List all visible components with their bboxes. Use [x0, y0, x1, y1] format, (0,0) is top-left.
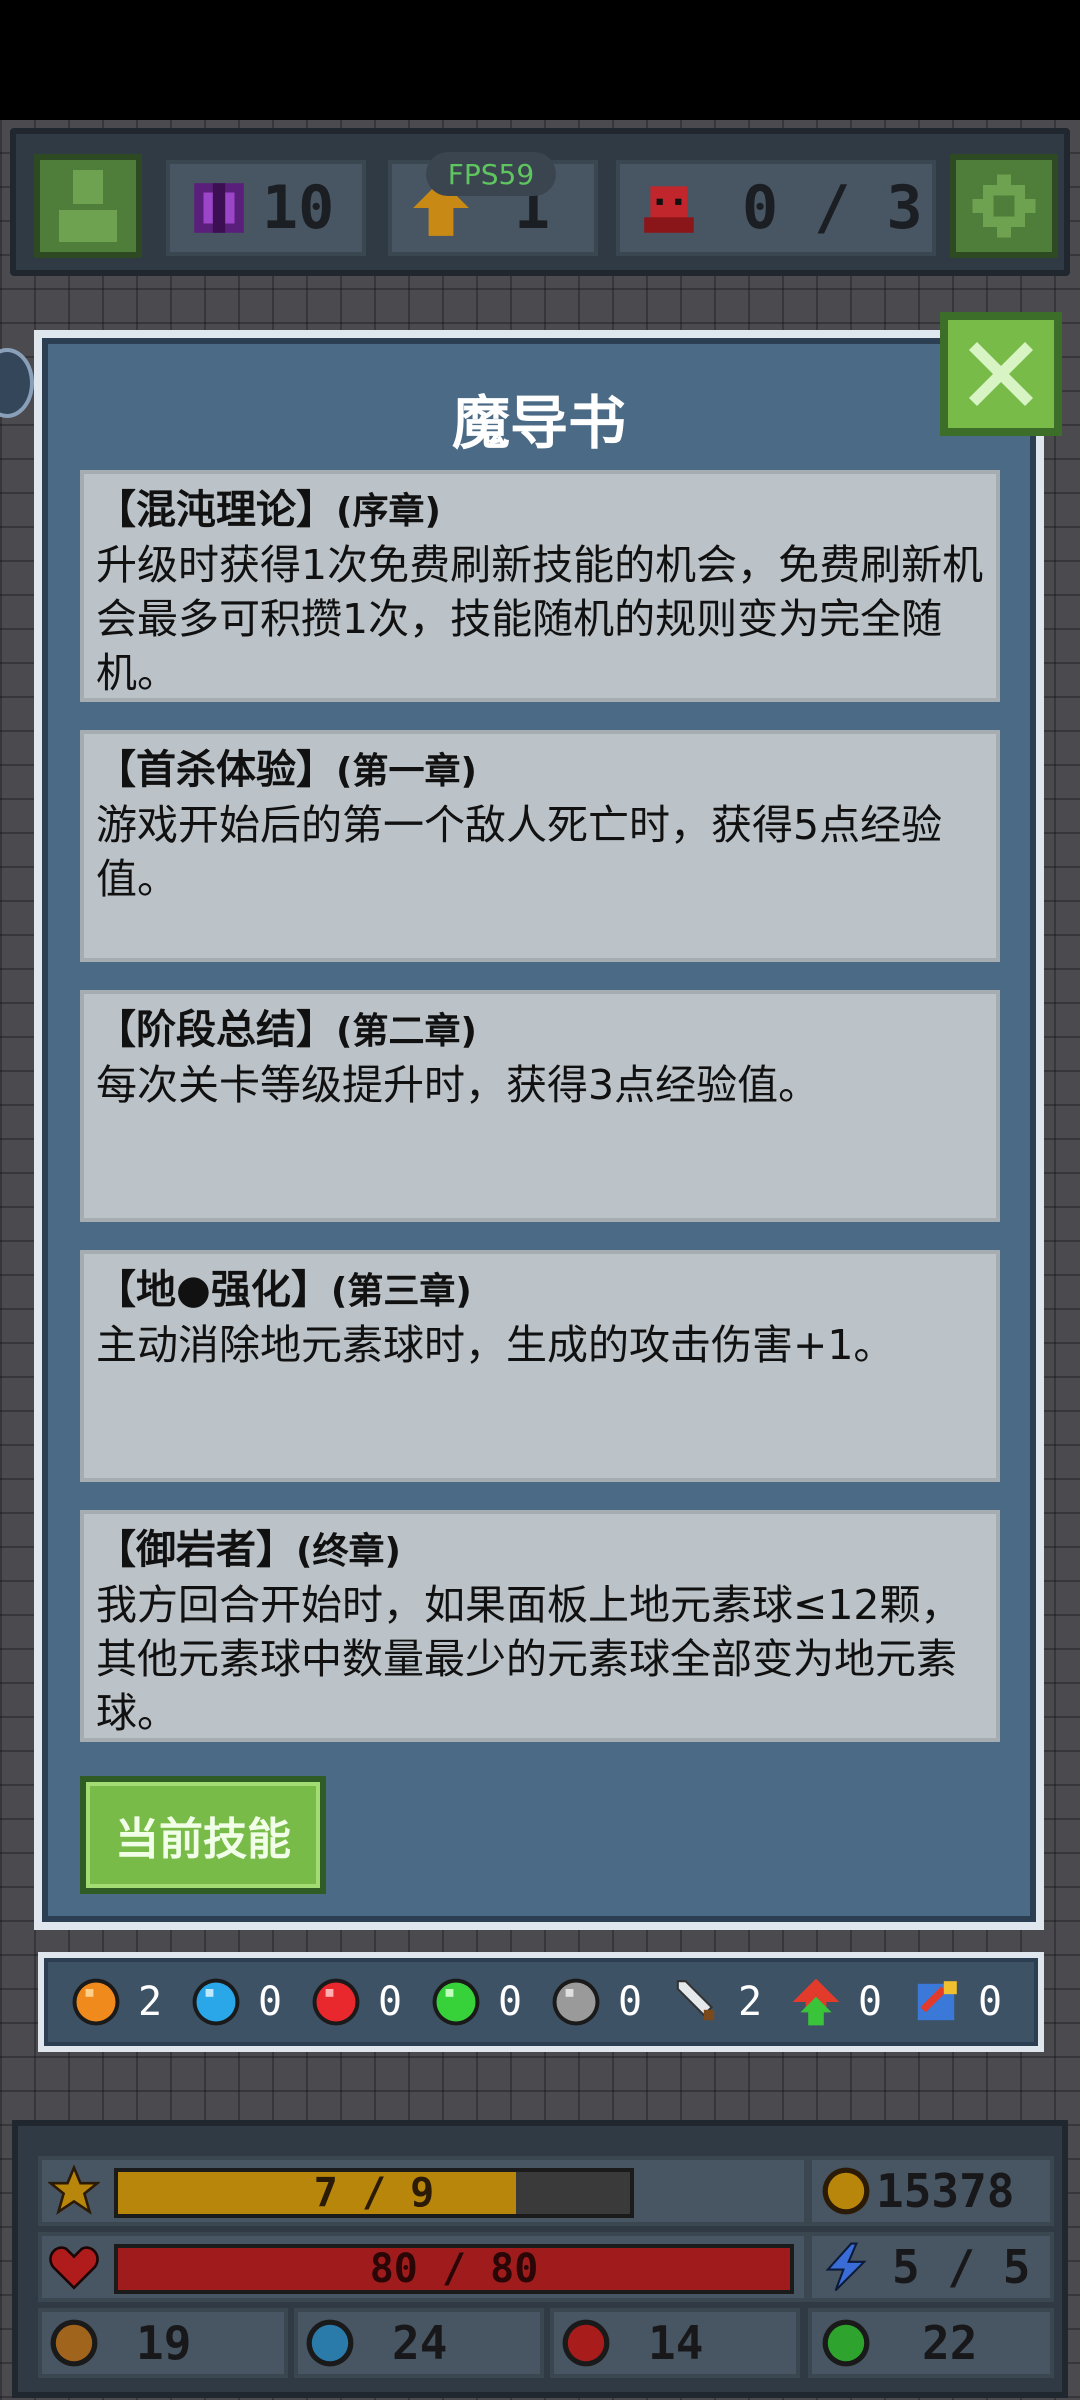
- orb-count-item: 2: [70, 1976, 190, 2028]
- hp-bar: 80 / 80: [114, 2244, 794, 2294]
- gray-orb-icon: [552, 1978, 600, 2026]
- fps-indicator: FPS59: [426, 152, 556, 196]
- skill-card: 【地●强化】(第三章) 主动消除地元素球时，生成的攻击伤害+1。: [80, 1250, 1000, 1482]
- top-status-bar: 10 1 0 / 3: [10, 128, 1070, 276]
- skill-chapter: (第三章): [330, 1271, 472, 1312]
- gold-coin-icon: [822, 2167, 870, 2215]
- profile-button[interactable]: [34, 154, 142, 258]
- exp-label: 7 / 9: [313, 2170, 435, 2216]
- red-orb-icon: [312, 1978, 360, 2026]
- fire-counter: 14: [550, 2308, 800, 2378]
- orb-count: 0: [978, 1979, 1003, 2025]
- energy-amount: 5 / 5: [892, 2240, 1031, 2294]
- skill-chapter: (终章): [296, 1531, 401, 1572]
- skill-card: 【阶段总结】(第二章) 每次关卡等级提升时，获得3点经验值。: [80, 990, 1000, 1222]
- enemy-counter: 0 / 3: [616, 160, 936, 256]
- gold-amount: 15378: [876, 2164, 1015, 2218]
- skill-description: 升级时获得1次免费刷新技能的机会，免费刷新机会最多可积攒1次，技能随机的规则变为…: [96, 541, 984, 697]
- upgrade-arrow-icon: [792, 1978, 840, 2026]
- orb-count-item: 0: [910, 1976, 1030, 2028]
- close-button[interactable]: [940, 312, 1062, 436]
- wood-count: 22: [922, 2316, 978, 2370]
- skill-name: 【阶段总结】: [96, 1007, 336, 1053]
- gold-counter: 15378: [808, 2156, 1054, 2226]
- skill-description: 游戏开始后的第一个敌人死亡时，获得5点经验值。: [96, 801, 943, 903]
- skill-description: 我方回合开始时，如果面板上地元素球≤12颗，其他元素球中数量最少的元素球全部变为…: [96, 1581, 962, 1737]
- orb-count: 0: [378, 1979, 403, 2025]
- player-stats-panel: 7 / 9 15378 80 / 80 5 / 5 19 24 14 22: [12, 2120, 1068, 2398]
- lightning-icon: [825, 2242, 867, 2292]
- hp-label: 80 / 80: [369, 2246, 539, 2292]
- orb-count: 0: [258, 1979, 283, 2025]
- skill-chapter: (第一章): [336, 751, 477, 792]
- skill-chapter: (序章): [336, 491, 441, 532]
- orb-count-item: 0: [430, 1976, 550, 2028]
- blue-orb-icon: [192, 1978, 240, 2026]
- current-skill-button[interactable]: 当前技能: [80, 1776, 326, 1894]
- skill-description: 每次关卡等级提升时，获得3点经验值。: [96, 1061, 820, 1109]
- earth-orb-icon: [50, 2319, 98, 2367]
- orb-count-item: 0: [310, 1976, 430, 2028]
- red-monster-icon: [644, 186, 694, 233]
- skill-card: 【首杀体验】(第一章) 游戏开始后的第一个敌人死亡时，获得5点经验值。: [80, 730, 1000, 962]
- orb-count: 0: [498, 1979, 523, 2025]
- swap-icon: [917, 1981, 957, 2021]
- gear-icon: [972, 174, 1036, 238]
- close-icon: [969, 342, 1033, 406]
- green-orb-icon: [432, 1978, 480, 2026]
- enemy-count: 0 / 3: [742, 173, 923, 243]
- skill-description: 主动消除地元素球时，生成的攻击伤害+1。: [96, 1321, 895, 1369]
- skill-card: 【混沌理论】(序章) 升级时获得1次免费刷新技能的机会，免费刷新机会最多可积攒1…: [80, 470, 1000, 702]
- energy-counter: 5 / 5: [808, 2232, 1054, 2302]
- orb-count-item: 0: [550, 1976, 670, 2028]
- orb-count: 0: [858, 1979, 883, 2025]
- orb-count-item: 0: [790, 1976, 910, 2028]
- orb-count: 2: [138, 1979, 163, 2025]
- orb-count: 2: [738, 1979, 763, 2025]
- panel-title: 魔导书: [451, 389, 626, 457]
- gem-counter: 10: [166, 160, 366, 256]
- water-count: 24: [392, 2316, 448, 2370]
- orb-count: 0: [618, 1979, 643, 2025]
- hp-row: 80 / 80: [38, 2232, 808, 2302]
- orb-count-item: 0: [190, 1976, 310, 2028]
- exp-bar: 7 / 9: [114, 2168, 634, 2218]
- sword-icon: [676, 1980, 715, 2021]
- exp-row: 7 / 9: [38, 2156, 808, 2226]
- wood-counter: 22: [808, 2308, 1054, 2378]
- fire-count: 14: [648, 2316, 704, 2370]
- skill-name: 【御岩者】: [96, 1527, 296, 1573]
- person-icon: [59, 170, 117, 242]
- orange-orb-icon: [72, 1978, 120, 2026]
- skill-name: 【地●强化】: [96, 1267, 331, 1313]
- earth-counter: 19: [38, 2308, 288, 2378]
- earth-count: 19: [136, 2316, 192, 2370]
- water-counter: 24: [294, 2308, 544, 2378]
- orb-count-bar: 2 0 0 0 0 2 0 0: [38, 1952, 1044, 2052]
- skill-chapter: (第二章): [336, 1011, 477, 1052]
- settings-button[interactable]: [950, 154, 1058, 258]
- heart-icon: [49, 2246, 99, 2290]
- skill-card: 【御岩者】(终章) 我方回合开始时，如果面板上地元素球≤12颗，其他元素球中数量…: [80, 1510, 1000, 1742]
- skill-name: 【混沌理论】: [96, 487, 336, 533]
- orb-count-item: 2: [670, 1976, 790, 2028]
- wood-orb-icon: [822, 2319, 870, 2367]
- fire-orb-icon: [562, 2319, 610, 2367]
- purple-crystal-icon: [194, 183, 244, 233]
- water-orb-icon: [306, 2319, 354, 2367]
- gem-count: 10: [262, 173, 335, 243]
- star-icon: [48, 2165, 100, 2215]
- skill-name: 【首杀体验】: [96, 747, 336, 793]
